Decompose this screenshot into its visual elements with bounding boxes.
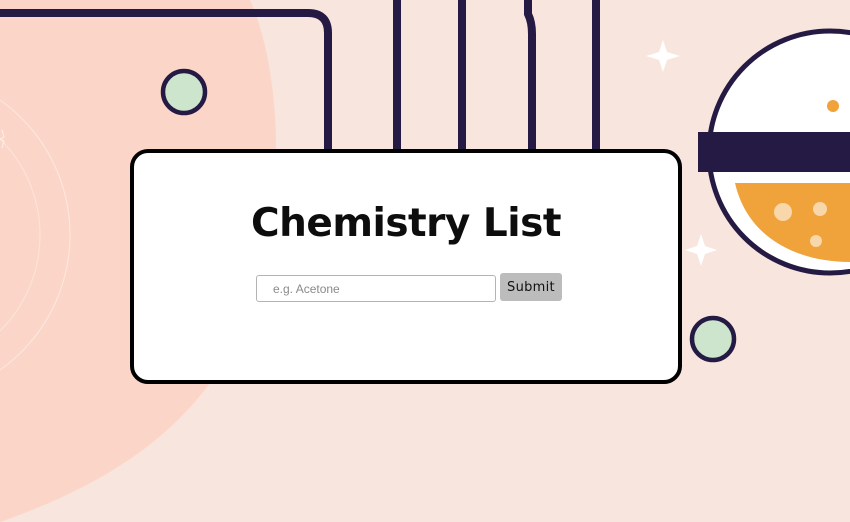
green-bubble-icon [160,68,208,116]
page-title: Chemistry List [250,201,562,246]
flask-neck-band [698,132,850,172]
search-card: Chemistry List Submit [130,149,682,384]
green-bubble-icon [689,315,737,363]
liquid-bubble [774,203,792,221]
submit-button[interactable]: Submit [500,273,562,301]
flask-dot [827,100,839,112]
sparkle-icon [646,40,680,72]
glass-tube [524,0,536,155]
chemical-search-input[interactable] [256,275,496,302]
liquid-bubble [810,235,822,247]
liquid-bubble [813,202,827,216]
sparkle-icon [685,234,717,266]
